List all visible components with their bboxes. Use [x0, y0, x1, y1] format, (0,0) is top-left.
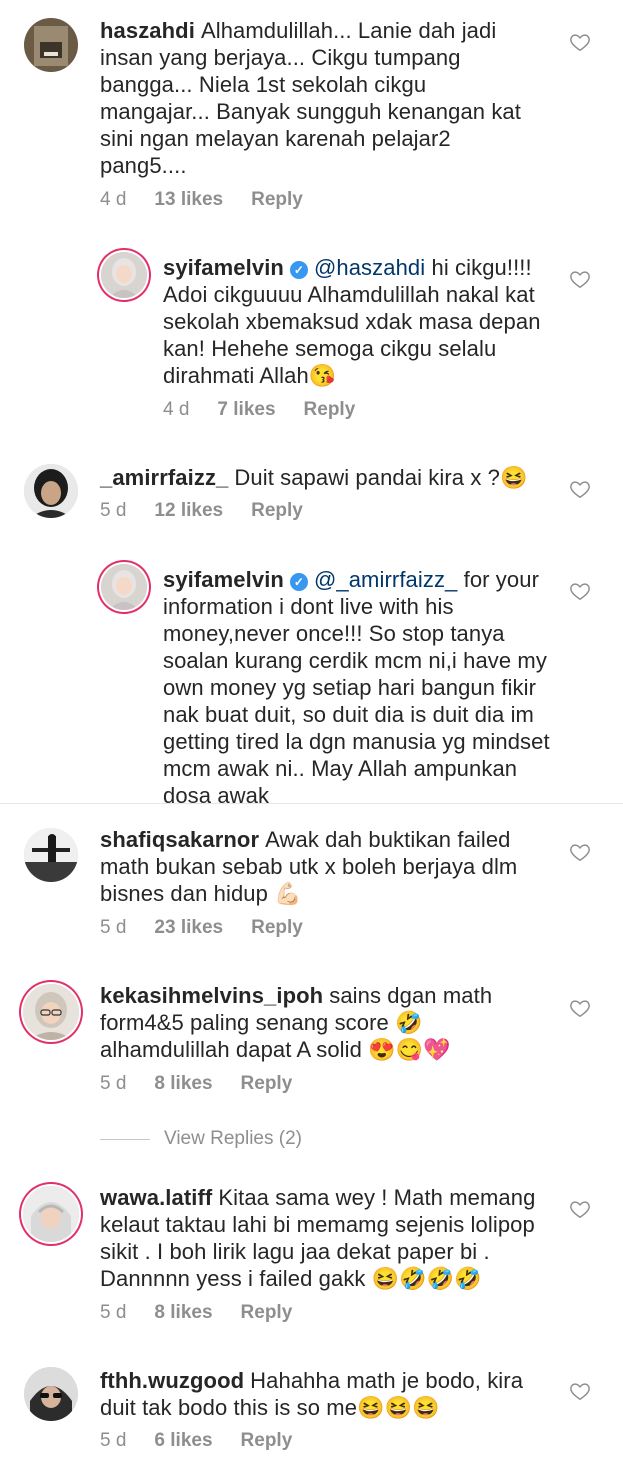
mention-link[interactable]: @_amirrfaizz_	[314, 567, 457, 592]
view-replies-button[interactable]: View Replies (2)	[100, 1128, 302, 1150]
timestamp: 5 d	[100, 917, 127, 938]
username[interactable]: kekasihmelvins_ipoh	[100, 983, 323, 1008]
avatar[interactable]	[24, 828, 78, 882]
divider	[100, 1138, 150, 1140]
timestamp: 5 d	[100, 1302, 127, 1323]
heart-icon[interactable]	[569, 1198, 591, 1220]
avatar[interactable]	[101, 564, 147, 610]
likes-count[interactable]: 8 likes	[154, 1073, 212, 1094]
reply-button[interactable]: Reply	[241, 1430, 293, 1451]
likes-count[interactable]: 8 likes	[154, 1302, 212, 1323]
divider	[0, 803, 623, 804]
reply-button[interactable]: Reply	[241, 1073, 293, 1094]
heart-icon[interactable]	[569, 997, 591, 1019]
avatar[interactable]	[24, 1367, 78, 1421]
avatar[interactable]	[23, 984, 79, 1040]
username[interactable]: syifamelvin	[163, 567, 284, 592]
username[interactable]: fthh.wuzgood	[100, 1368, 244, 1393]
comment-text: for your information i dont live with hi…	[163, 567, 550, 803]
timestamp: 5 d	[100, 1073, 127, 1094]
reply-button[interactable]: Reply	[241, 1302, 293, 1323]
heart-icon[interactable]	[569, 841, 591, 863]
avatar[interactable]	[23, 1186, 79, 1242]
view-replies-label: View Replies (2)	[164, 1128, 302, 1149]
heart-icon[interactable]	[569, 1380, 591, 1402]
timestamp: 5 d	[100, 1430, 127, 1451]
reply-comment: syifamelvin ✓ @_amirrfaizz_ for your infor…	[0, 0, 623, 803]
verified-badge-icon: ✓	[289, 573, 308, 591]
reply-button[interactable]: Reply	[251, 917, 303, 938]
username[interactable]: wawa.latiff	[100, 1185, 212, 1210]
likes-count[interactable]: 23 likes	[154, 917, 223, 938]
likes-count[interactable]: 6 likes	[154, 1430, 212, 1451]
heart-icon[interactable]	[569, 580, 591, 602]
username[interactable]: shafiqsakarnor	[100, 827, 259, 852]
